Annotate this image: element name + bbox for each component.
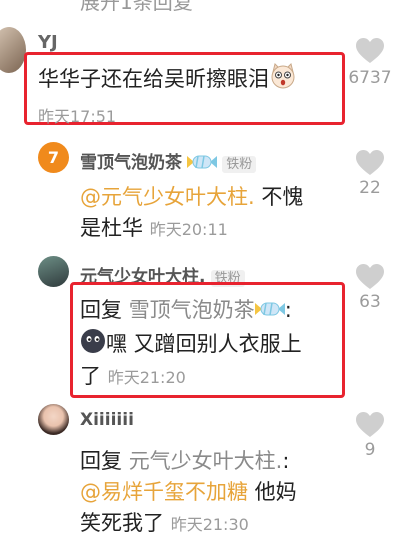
comment-text-line: 他妈 (248, 480, 297, 504)
like-count: 6737 (348, 68, 392, 88)
comment-username[interactable]: Xiiiiiii (80, 410, 134, 430)
surprised-cat-emoji-icon (269, 62, 297, 98)
comment-text: 华华子还在给吴昕擦眼泪 (38, 62, 297, 98)
fan-badge: 铁粉 (222, 156, 257, 173)
reply-prefix: 回复 (80, 298, 122, 322)
like-heart-icon[interactable] (356, 38, 384, 64)
comment-text-line: 了 (80, 364, 101, 388)
reply-to-link[interactable]: 雪顶气泡奶茶 (129, 298, 255, 322)
like-count: 22 (359, 178, 381, 198)
like-count: 63 (359, 292, 381, 312)
candy-badge-icon (187, 153, 218, 175)
comment-text: 回复 元气少女叶大柱.: (80, 446, 289, 476)
comment-time: 昨天21:30 (170, 515, 249, 534)
comment-text-line: 是杜华 (80, 216, 143, 240)
comment-text-line: 华华子还在给吴昕擦眼泪 (38, 67, 269, 91)
colon: : (284, 298, 292, 322)
like-heart-icon[interactable] (356, 150, 384, 176)
like-heart-icon[interactable] (356, 412, 384, 438)
comment-text-line: 不愧 (254, 185, 304, 209)
comment-text-line2: 是杜华 昨天20:11 (80, 213, 228, 245)
comment-text-line3: 笑死我了 昨天21:30 (80, 508, 249, 540)
comment-text-line2: @易烊千玺不加糖 他妈 (80, 477, 297, 507)
comment-username[interactable]: YJ (38, 32, 58, 53)
comment-header: 雪顶气泡奶茶 铁粉 (80, 148, 257, 175)
reply-to-link[interactable]: 元气少女叶大柱. (129, 449, 283, 473)
avatar[interactable]: 7 (38, 142, 69, 173)
comment-text-line3: 了 昨天21:20 (80, 361, 186, 393)
comment-time: 昨天17:51 (38, 107, 117, 126)
comment-text: @元气少女叶大柱. 不愧 (80, 182, 303, 212)
reply-prefix: 回复 (80, 449, 122, 473)
expand-replies-link[interactable]: 展开1条回复 (80, 0, 193, 15)
comment-text: 回复 雪顶气泡奶茶 : (80, 295, 292, 326)
comment-text-line2: 嘿 又蹭回别人衣服上 (80, 328, 302, 362)
mention-link[interactable]: @易烊千玺不加糖 (80, 480, 248, 504)
mention-link[interactable]: @元气少女叶大柱. (80, 185, 255, 209)
like-heart-icon[interactable] (356, 264, 384, 290)
comment-text-line: 笑死我了 (80, 511, 164, 535)
avatar[interactable] (38, 404, 69, 435)
comment-time: 昨天20:11 (149, 220, 228, 239)
comment-username[interactable]: 雪顶气泡奶茶 (80, 153, 182, 173)
black-blob-emoji-icon (80, 328, 106, 362)
avatar[interactable] (0, 27, 26, 73)
comment-time: 昨天21:20 (107, 368, 186, 387)
avatar[interactable] (38, 256, 69, 287)
comment-text-line: 嘿 又蹭回别人衣服上 (106, 332, 302, 356)
avatar-logo: 7 (47, 148, 60, 167)
like-count: 9 (364, 440, 376, 460)
candy-badge-icon (254, 296, 285, 326)
colon: : (282, 449, 290, 473)
